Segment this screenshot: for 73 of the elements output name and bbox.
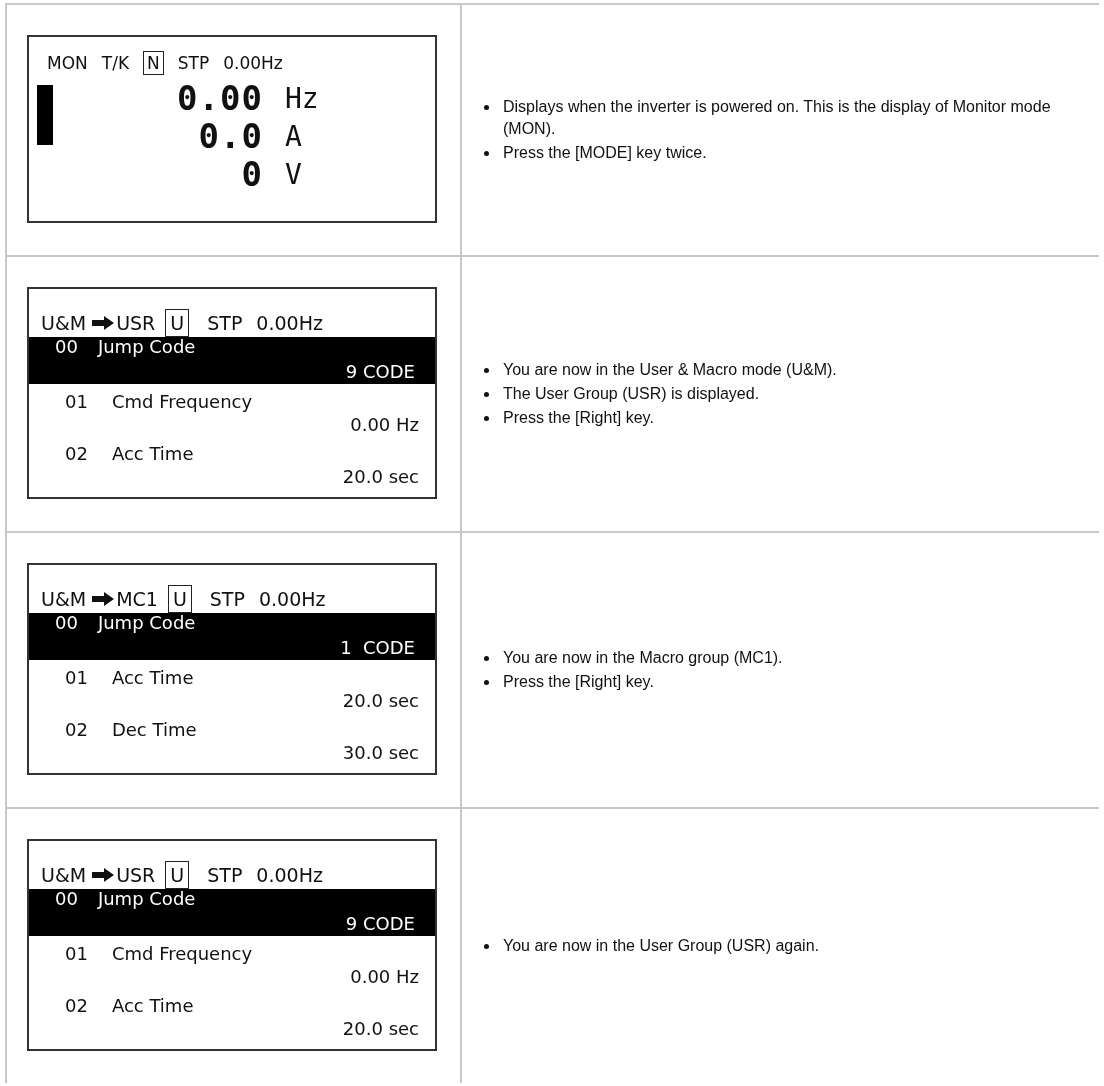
mode-label: U&M: [41, 864, 87, 886]
instruction-text: Press the [MODE] key twice.: [503, 143, 707, 163]
parameter-code: 00: [55, 337, 78, 357]
status-label: STP: [207, 864, 243, 886]
parameter-code: 01: [65, 942, 88, 966]
instruction-text: Press the [Right] key.: [503, 672, 654, 692]
instruction-text: The User Group (USR) is displayed.: [503, 384, 760, 404]
reading-value: 0.00: [177, 79, 263, 117]
parameter-value: 1 CODE: [340, 636, 415, 660]
bullet-icon: [484, 656, 489, 661]
parameter-name: Jump Code: [97, 337, 196, 357]
reading-unit: A: [285, 119, 303, 153]
arrow-icon: [92, 592, 115, 606]
parameter-code: 02: [65, 994, 88, 1018]
parameter-name: Acc Time: [111, 666, 194, 690]
parameter-name: Cmd Frequency: [111, 942, 253, 966]
status-label: STP: [209, 588, 245, 610]
bullet-icon: [484, 416, 489, 421]
parameter-code: 02: [65, 442, 88, 466]
reading-unit: Hz: [285, 81, 320, 115]
cursor-bar: [37, 85, 53, 145]
group-label: USR: [116, 312, 156, 334]
bullet-icon: [484, 392, 489, 397]
frequency-label: 0.00Hz: [258, 588, 326, 610]
instruction-text: You are now in the Macro group (MC1).: [503, 648, 783, 668]
arrow-icon: [92, 868, 115, 882]
parameter-value: 0.00 Hz: [350, 966, 419, 988]
reading-value: 0.0: [198, 117, 263, 155]
indicator-label: N: [143, 51, 164, 75]
bullet-icon: [484, 105, 489, 110]
group-label: USR: [116, 864, 156, 886]
parameter-code: 02: [65, 718, 88, 742]
bullet-icon: [484, 944, 489, 949]
mode-label: U&M: [41, 312, 87, 334]
arrow-icon: [92, 316, 115, 330]
parameter-value: 20.0 sec: [342, 466, 419, 488]
reading-value: 0: [241, 155, 263, 193]
parameter-code: 00: [55, 889, 78, 909]
parameter-name: Jump Code: [97, 613, 196, 633]
parameter-value: 9 CODE: [345, 912, 415, 936]
status-label: STP: [177, 53, 210, 73]
indicator-label: U: [165, 861, 190, 889]
frequency-label: 0.00Hz: [256, 864, 323, 886]
frequency-label: 0.00Hz: [256, 312, 323, 334]
mode-label: MON: [47, 53, 88, 73]
parameter-name: Acc Time: [111, 442, 194, 466]
parameter-code: 00: [55, 613, 78, 633]
parameter-value: 9 CODE: [345, 360, 415, 384]
parameter-value: 0.00 Hz: [350, 414, 419, 436]
parameter-name: Cmd Frequency: [111, 390, 253, 414]
bullet-icon: [484, 151, 489, 156]
parameter-code: 01: [65, 390, 88, 414]
instruction-text: Press the [Right] key.: [503, 408, 654, 428]
group-label: T/K: [101, 53, 130, 73]
parameter-name: Acc Time: [111, 994, 194, 1018]
parameter-value: 30.0 sec: [342, 742, 419, 764]
reading-unit: V: [285, 157, 303, 191]
instruction-text: Displays when the inverter is powered on. This is the display of Monitor mode (MON).: [503, 97, 1052, 139]
instruction-text: You are now in the User & Macro mode (U&M).: [503, 360, 837, 380]
parameter-name: Dec Time: [111, 718, 197, 742]
frequency-label: 0.00Hz: [223, 53, 283, 73]
instruction-text: You are now in the User Group (USR) again.: [503, 936, 819, 956]
indicator-label: U: [167, 585, 192, 613]
parameter-name: Jump Code: [97, 889, 196, 909]
parameter-value: 20.0 sec: [342, 1018, 419, 1040]
indicator-label: U: [165, 309, 190, 337]
parameter-code: 01: [65, 666, 88, 690]
bullet-icon: [484, 680, 489, 685]
group-label: MC1: [116, 588, 158, 610]
bullet-icon: [484, 368, 489, 373]
mode-label: U&M: [41, 588, 87, 610]
parameter-value: 20.0 sec: [342, 690, 419, 712]
status-label: STP: [207, 312, 243, 334]
